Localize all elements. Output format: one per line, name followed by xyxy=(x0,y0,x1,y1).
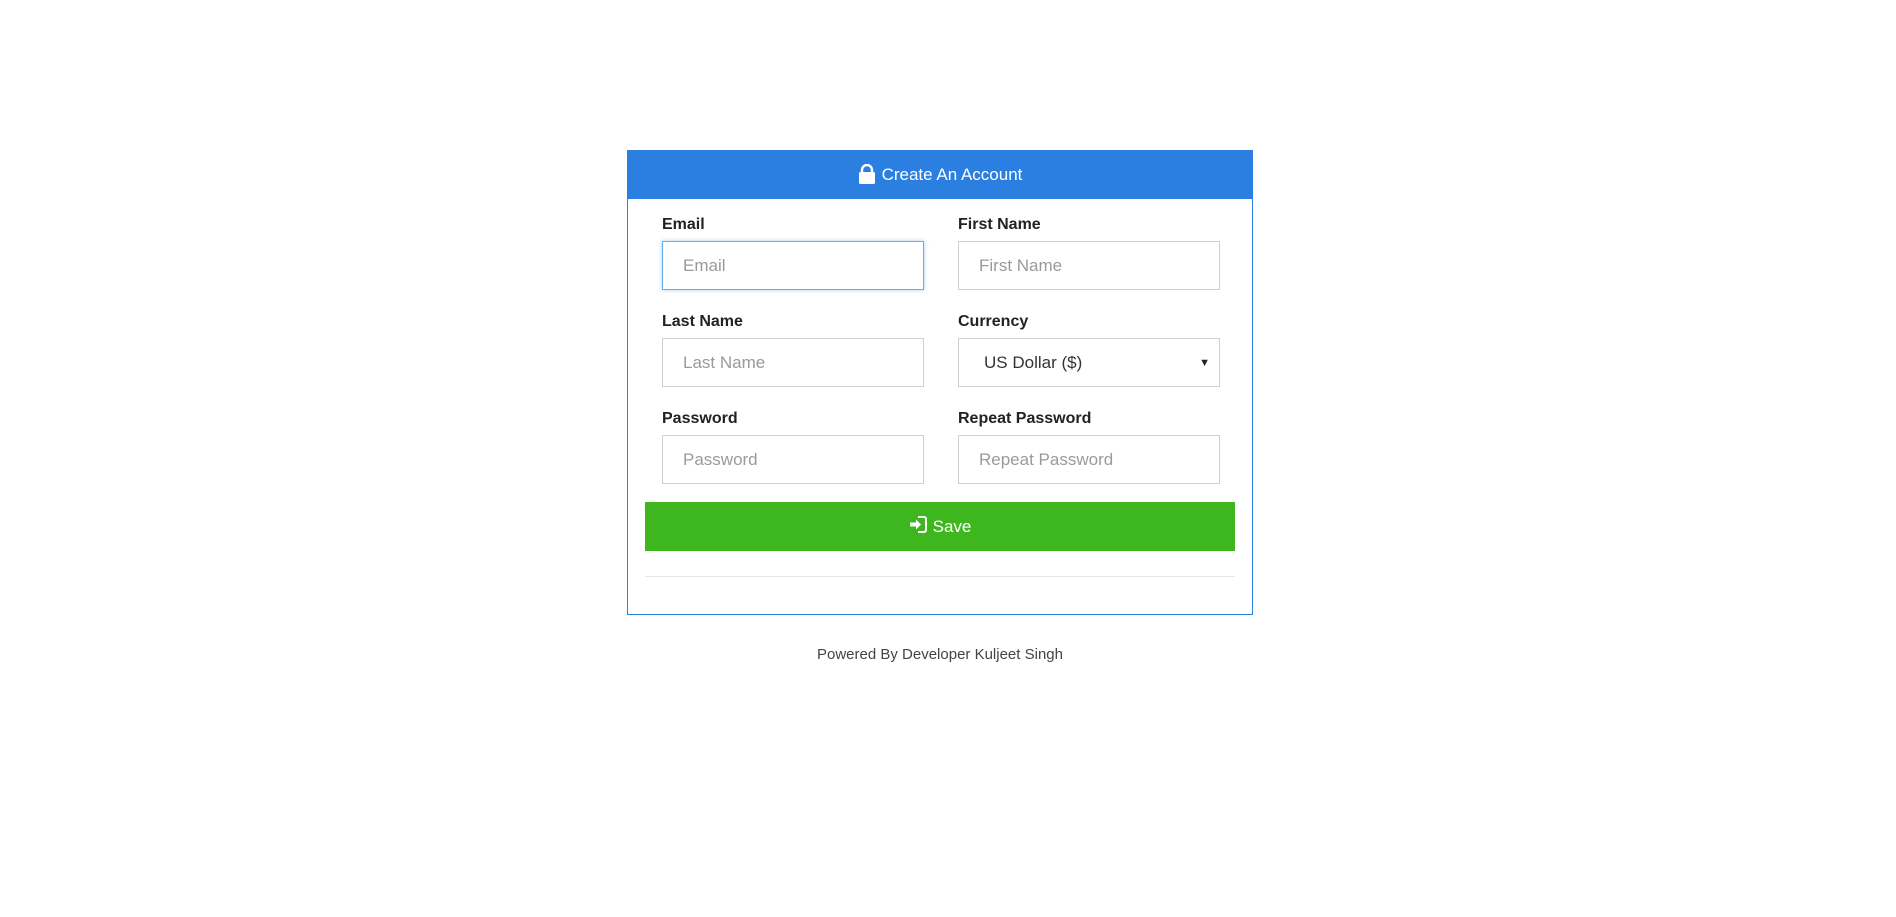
last-name-field[interactable] xyxy=(662,338,924,387)
form-row: Last Name Currency US Dollar ($) ▼ xyxy=(662,312,1220,387)
account-form: Email First Name Last Name Currency US D… xyxy=(662,215,1220,506)
save-button[interactable]: Save xyxy=(645,502,1235,551)
repeat-password-field-group: Repeat Password xyxy=(958,409,1220,484)
save-label: Save xyxy=(932,516,972,536)
divider xyxy=(645,576,1235,577)
email-field[interactable] xyxy=(662,241,924,290)
first-name-field-group: First Name xyxy=(958,215,1220,290)
form-row: Password Repeat Password xyxy=(662,409,1220,484)
currency-field-group: Currency US Dollar ($) ▼ xyxy=(958,312,1220,387)
email-label: Email xyxy=(662,216,705,233)
password-field-group: Password xyxy=(662,409,924,484)
repeat-password-label: Repeat Password xyxy=(958,410,1092,427)
form-row: Email First Name xyxy=(662,215,1220,290)
repeat-password-field[interactable] xyxy=(958,435,1220,484)
page: Create An Account Email First Name Last … xyxy=(0,0,1896,917)
last-name-field-group: Last Name xyxy=(662,312,924,387)
email-field-group: Email xyxy=(662,215,924,290)
first-name-field[interactable] xyxy=(958,241,1220,290)
currency-label: Currency xyxy=(958,313,1029,330)
create-account-panel: Create An Account Email First Name Last … xyxy=(627,150,1253,615)
password-label: Password xyxy=(662,410,738,427)
panel-heading: Create An Account xyxy=(628,151,1252,199)
footer-credit: Powered By Developer Kuljeet Singh xyxy=(817,646,1063,663)
currency-selected-value: US Dollar ($) xyxy=(984,352,1083,372)
currency-select[interactable]: US Dollar ($) ▼ xyxy=(958,338,1220,387)
lock-icon xyxy=(858,163,876,184)
chevron-down-icon: ▼ xyxy=(1199,357,1210,369)
panel-title: Create An Account xyxy=(881,165,1023,184)
last-name-label: Last Name xyxy=(662,313,743,330)
password-field[interactable] xyxy=(662,435,924,484)
first-name-label: First Name xyxy=(958,216,1041,233)
sign-in-icon xyxy=(909,515,927,538)
